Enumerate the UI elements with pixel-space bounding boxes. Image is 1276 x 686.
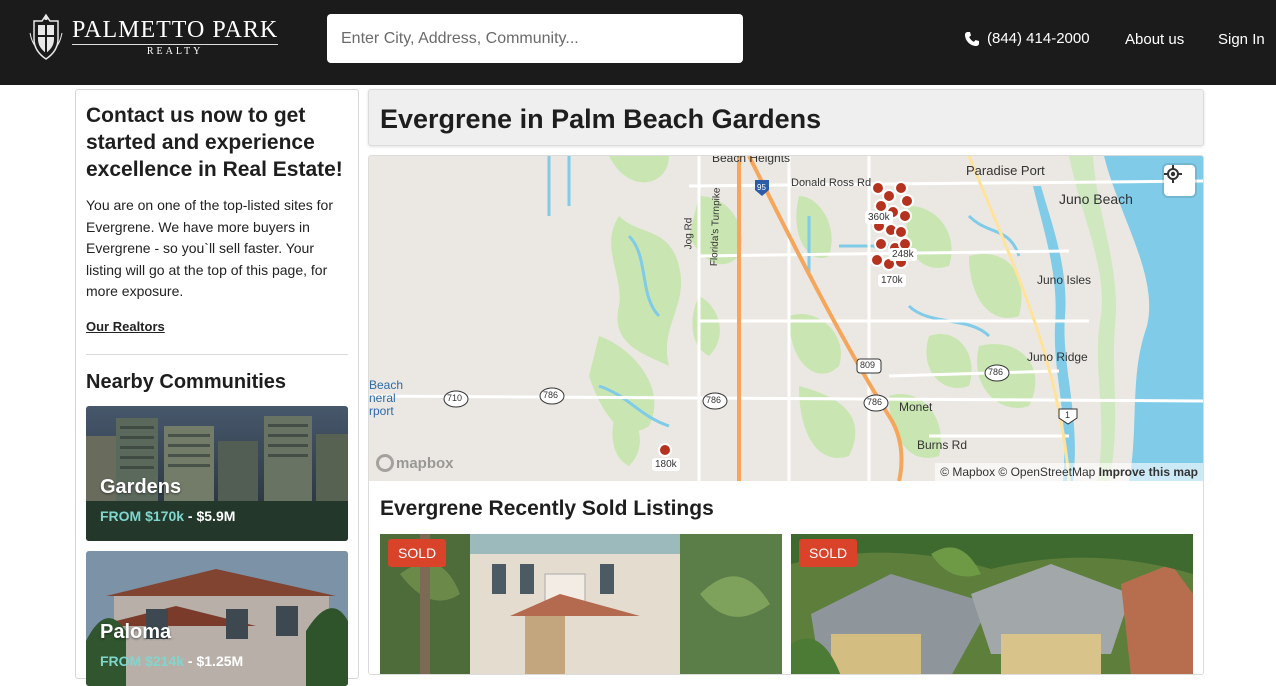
map-price-label[interactable]: 360k: [865, 211, 893, 224]
shield-label: 786: [988, 367, 1004, 377]
map-place-label: Juno Ridge: [1027, 350, 1088, 364]
map-place-label: Paradise Port: [966, 163, 1045, 178]
sold-listings-heading: Evergrene Recently Sold Listings: [380, 497, 714, 520]
top-navbar: PALMETTO PARK REALTY (844) 414-2000 Abou…: [0, 0, 1276, 85]
map-road-label: Jog Rd: [683, 217, 695, 250]
listing-card[interactable]: SOLD: [791, 534, 1193, 674]
phone-number: (844) 414-2000: [987, 30, 1090, 47]
price-from: FROM $170k: [100, 507, 185, 524]
main-content: Beach Heights Paradise Port Juno Beach J…: [368, 155, 1204, 675]
community-price: FROM $214k - $1.25M: [100, 653, 243, 669]
contact-sidebar: Contact us now to get started and experi…: [75, 89, 359, 686]
price-to: - $1.25M: [184, 652, 244, 669]
phone-link[interactable]: (844) 414-2000: [964, 30, 1090, 47]
map-place-label: Beach: [369, 378, 404, 392]
price-from: FROM $214k: [100, 652, 185, 669]
map-price-label[interactable]: 170k: [878, 274, 906, 287]
locate-me-button[interactable]: [1164, 165, 1195, 196]
mapbox-logo[interactable]: mapbox: [376, 454, 454, 472]
price-to: - $5.9M: [184, 507, 236, 524]
map-road-label: Donald Ross Rd: [791, 177, 872, 189]
about-us-link[interactable]: About us: [1125, 31, 1184, 48]
map-place-label: Juno Isles: [1037, 273, 1092, 287]
map-place-label: rport: [369, 404, 394, 418]
crosshair-icon: [1164, 165, 1182, 183]
shield-label: 1: [1065, 410, 1071, 420]
map-place-label: Juno Beach: [1059, 191, 1133, 207]
listing-card[interactable]: SOLD: [380, 534, 782, 674]
map-attribution: © Mapbox © OpenStreetMap Improve this ma…: [935, 463, 1203, 481]
page-title-box: Evergrene in Palm Beach Gardens: [368, 89, 1204, 146]
search-input[interactable]: [327, 14, 743, 63]
map-place-label: Beach Heights: [712, 156, 791, 165]
logo-subtitle: REALTY: [146, 45, 204, 57]
phone-icon: [965, 31, 979, 46]
shield-label: 809: [860, 360, 876, 370]
nearby-communities-heading: Nearby Communities: [86, 370, 287, 393]
shield-label: 786: [706, 395, 722, 405]
shield-label: 786: [867, 397, 883, 407]
community-name: Paloma: [100, 620, 172, 643]
listings-map[interactable]: Beach Heights Paradise Port Juno Beach J…: [369, 156, 1203, 481]
logo-name: PALMETTO PARK: [72, 16, 279, 45]
map-place-label: Burns Rd: [917, 438, 968, 452]
contact-heading: Contact us now to get started and experi…: [86, 104, 343, 181]
shield-label: 95: [757, 183, 766, 192]
community-price: FROM $170k - $5.9M: [100, 508, 235, 524]
mapbox-icon: [376, 454, 394, 472]
sold-badge: SOLD: [799, 539, 858, 567]
map-price-label[interactable]: 248k: [889, 248, 917, 261]
us-1-road: [967, 156, 1071, 481]
page-title: Evergrene in Palm Beach Gardens: [380, 104, 822, 134]
crest-icon: [29, 13, 63, 60]
sold-badge: SOLD: [388, 539, 447, 567]
our-realtors-link[interactable]: Our Realtors: [86, 319, 165, 334]
sidebar-divider: [86, 353, 348, 355]
shield-label: 786: [543, 390, 559, 400]
map-place-label: Monet: [899, 400, 933, 414]
shield-label: 710: [447, 393, 463, 403]
contact-body: You are on one of the top-listed sites f…: [86, 197, 333, 299]
sign-in-link[interactable]: Sign In: [1218, 31, 1265, 48]
community-name: Gardens: [100, 475, 182, 498]
community-card-gardens[interactable]: Gardens FROM $170k - $5.9M: [86, 405, 348, 541]
map-price-label[interactable]: 180k: [652, 458, 680, 471]
palmetto-park-logo[interactable]: PALMETTO PARK REALTY: [28, 12, 279, 62]
attribution-text[interactable]: © Mapbox © OpenStreetMap: [940, 465, 1095, 479]
improve-map-link[interactable]: Improve this map: [1099, 465, 1198, 479]
community-card-paloma[interactable]: Paloma FROM $214k - $1.25M: [86, 550, 348, 686]
map-place-label: neral: [369, 391, 396, 405]
mapbox-text: mapbox: [396, 454, 454, 472]
